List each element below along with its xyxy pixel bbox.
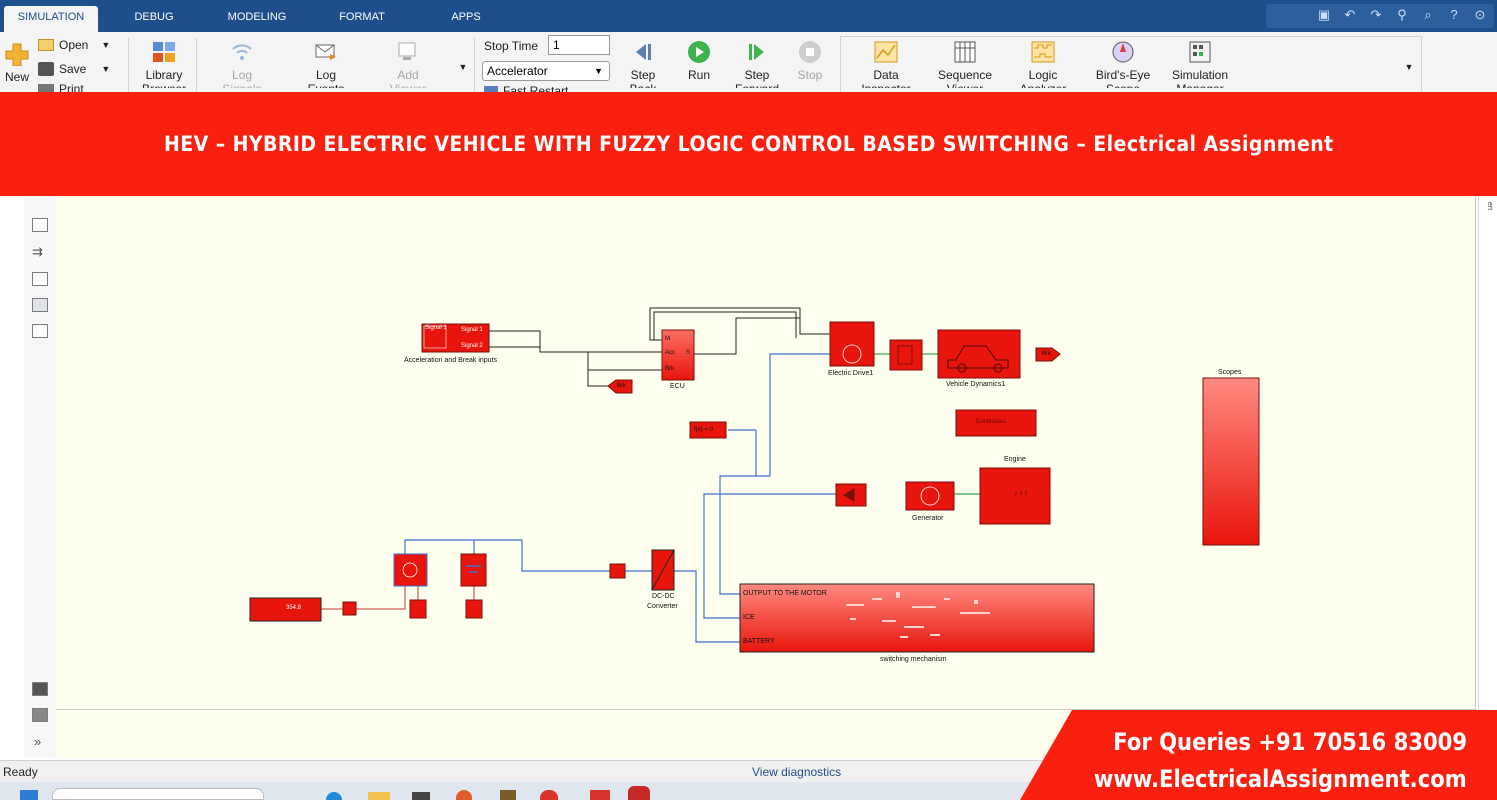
switch-caption: switching mechanism [880, 656, 947, 663]
engine-caption: Engine [1004, 456, 1026, 463]
ecu-port-s: S [686, 350, 691, 356]
promo-corner: For Queries +91 70516 83009 www.Electric… [1020, 710, 1497, 800]
current-sensor-block[interactable] [609, 563, 626, 579]
promo-website: www.ElectricalAssignment.com [1094, 765, 1467, 793]
accel-block-top-label: Signal 1 [425, 325, 447, 331]
brk-goto-label: Brk [617, 383, 626, 389]
dcdc-caption-line2: Converter [647, 603, 678, 610]
scopes-block[interactable] [1202, 377, 1260, 546]
display-value: 354.8 [286, 605, 302, 611]
ecu-port-brk: Brk [665, 366, 674, 372]
signal-wires [489, 307, 832, 387]
scopes-caption: Scopes [1218, 369, 1242, 376]
battery-block[interactable] [460, 553, 487, 587]
dcdc-caption-line1: DC-DC [652, 593, 675, 600]
promo-phone: For Queries +91 70516 83009 [1113, 728, 1467, 756]
switch-port-ice: ICE [743, 614, 755, 621]
terminal-icon[interactable] [412, 792, 430, 800]
ground-block[interactable] [409, 599, 427, 619]
edge-browser-icon[interactable] [326, 792, 342, 800]
generator-block[interactable] [905, 481, 955, 511]
continuous-label: Continuous [976, 419, 1007, 425]
electric-drive-caption: Electric Drive1 [828, 370, 874, 377]
vehicle-dynamics-block[interactable] [937, 329, 1021, 379]
switch-port-battery: BATTERY [743, 638, 775, 645]
ps-converter-block[interactable] [342, 601, 357, 616]
windows-start-icon[interactable] [20, 790, 38, 800]
status-ready: Ready [3, 765, 38, 779]
vehicle-dynamics-caption: Vehicle Dynamics1 [946, 381, 1006, 388]
brk-from-label: Brk [1042, 351, 1051, 357]
switch-port-motor: OUTPUT TO THE MOTOR [743, 590, 827, 597]
voltage-sensor-block[interactable] [393, 553, 428, 587]
generator-caption: Generator [912, 515, 944, 522]
app-icon-3[interactable] [628, 786, 650, 800]
property-inspector-strip[interactable] [1478, 196, 1497, 760]
ecu-caption: ECU [670, 383, 685, 390]
accel-caption: Acceleration and Break inputs [404, 357, 497, 364]
fx-label: f(x) = 0 [694, 427, 713, 433]
matlab-icon[interactable] [500, 790, 516, 800]
gearbox-block[interactable] [889, 339, 923, 371]
engine-inner-label: ? ? ? [1014, 492, 1028, 498]
right-edge-label: ert [1486, 202, 1493, 211]
taskbar-search-box[interactable] [52, 788, 264, 800]
ecu-port-m: M [665, 336, 670, 342]
block-diagram [249, 307, 1260, 653]
chrome-icon[interactable] [540, 790, 558, 800]
app-icon[interactable] [456, 790, 472, 800]
file-explorer-icon[interactable] [368, 792, 390, 800]
accel-signal1-port: Signal 1 [461, 327, 483, 333]
view-diagnostics-link[interactable]: View diagnostics [752, 765, 841, 779]
app-icon-2[interactable] [590, 790, 610, 800]
accel-signal2-port: Signal 2 [461, 343, 483, 349]
ecu-port-acc: Acc [665, 350, 676, 356]
ground-block[interactable] [465, 599, 483, 619]
electric-drive-block[interactable] [829, 321, 875, 367]
